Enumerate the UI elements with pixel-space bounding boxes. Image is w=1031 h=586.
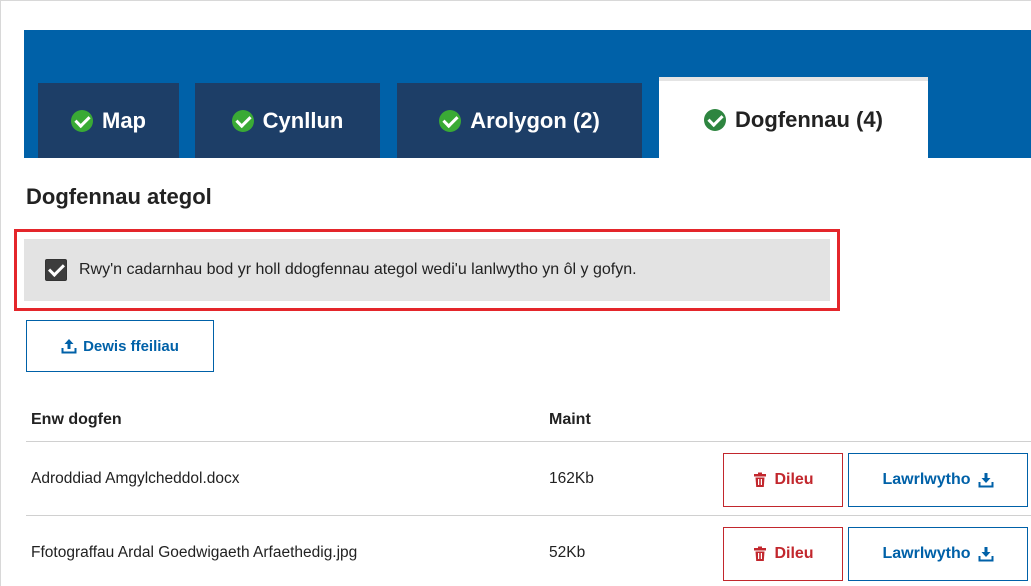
confirm-checkbox[interactable] <box>45 259 67 281</box>
download-icon <box>978 546 994 562</box>
check-circle-icon <box>71 109 93 132</box>
tab-cynllun[interactable]: Cynllun <box>195 83 380 158</box>
tab-arolygon[interactable]: Arolygon (2) <box>397 83 642 158</box>
choose-files-button[interactable]: Dewis ffeiliau <box>26 320 214 372</box>
tab-dogfennau[interactable]: Dogfennau (4) <box>659 77 928 158</box>
document-size: 52Kb <box>549 544 586 561</box>
delete-label: Dileu <box>774 545 814 562</box>
tab-label: Arolygon (2) <box>470 107 600 133</box>
table-row: Adroddiad Amgylcheddol.docx 162Kb Dileu … <box>26 442 1031 516</box>
trash-icon <box>752 472 768 488</box>
download-button[interactable]: Lawrlwytho <box>848 453 1028 507</box>
download-button[interactable]: Lawrlwytho <box>848 527 1028 581</box>
download-label: Lawrlwytho <box>882 545 971 562</box>
choose-files-label: Dewis ffeiliau <box>83 337 179 355</box>
tab-bar: Map Cynllun Arolygon (2) Dogfennau (4) <box>24 30 1031 158</box>
table-row: Ffotograffau Ardal Goedwigaeth Arfaethed… <box>26 516 1031 586</box>
delete-button[interactable]: Dileu <box>723 527 843 581</box>
confirm-panel: Rwy'n cadarnhau bod yr holl ddogfennau a… <box>24 239 830 301</box>
document-name: Ffotograffau Ardal Goedwigaeth Arfaethed… <box>31 544 358 561</box>
document-name: Adroddiad Amgylcheddol.docx <box>31 470 240 487</box>
header-size: Maint <box>549 411 591 428</box>
delete-label: Dileu <box>774 471 814 488</box>
trash-icon <box>752 546 768 562</box>
download-icon <box>978 472 994 488</box>
download-label: Lawrlwytho <box>882 471 971 488</box>
check-circle-icon <box>439 109 462 132</box>
documents-table: Enw dogfen Maint Adroddiad Amgylcheddol.… <box>26 400 1031 586</box>
section-title: Dogfennau ategol <box>26 184 212 209</box>
tab-label: Dogfennau (4) <box>735 106 883 132</box>
table-header: Enw dogfen Maint <box>26 400 1031 442</box>
confirm-label[interactable]: Rwy'n cadarnhau bod yr holl ddogfennau a… <box>79 261 637 279</box>
tab-label: Cynllun <box>262 107 344 133</box>
check-circle-icon <box>231 109 254 132</box>
tab-map[interactable]: Map <box>38 83 179 158</box>
check-circle-icon <box>704 108 727 131</box>
upload-icon <box>61 338 77 354</box>
delete-button[interactable]: Dileu <box>723 453 843 507</box>
document-size: 162Kb <box>549 470 594 487</box>
tab-label: Map <box>102 107 146 133</box>
header-name: Enw dogfen <box>31 411 122 428</box>
confirm-highlight: Rwy'n cadarnhau bod yr holl ddogfennau a… <box>14 229 840 311</box>
